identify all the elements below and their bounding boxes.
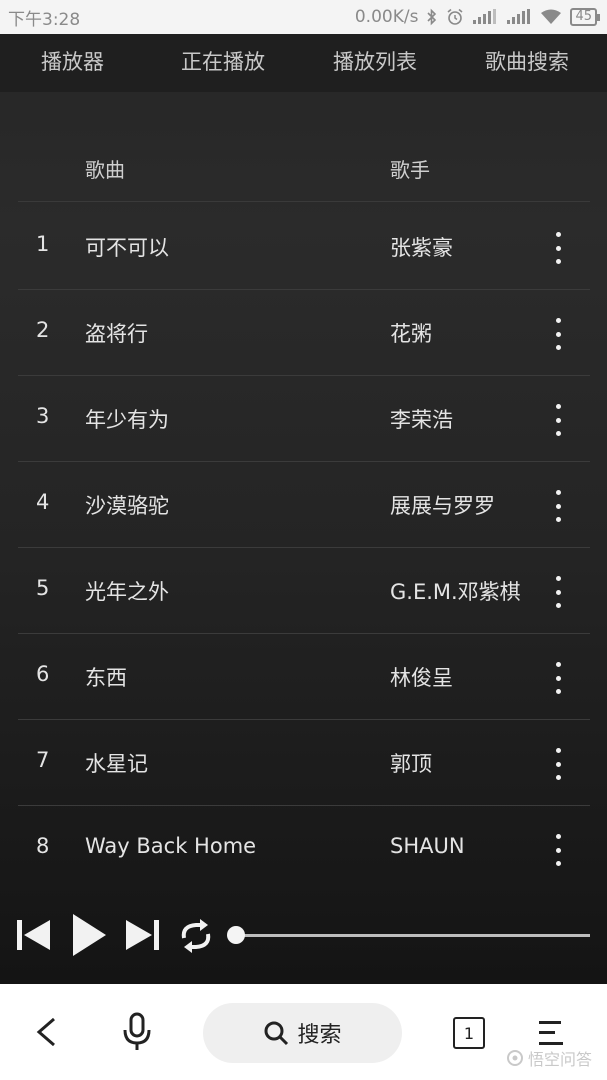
- song-row[interactable]: 8 Way Back Home SHAUN: [18, 806, 590, 892]
- search-button[interactable]: 搜索: [203, 1003, 402, 1063]
- song-row[interactable]: 5 光年之外 G.E.M.邓紫棋: [18, 548, 590, 634]
- song-title: 盗将行: [85, 322, 148, 346]
- song-number: 4: [36, 490, 50, 514]
- tabs-button[interactable]: 1: [453, 1017, 485, 1049]
- playback-controls: [0, 906, 607, 966]
- song-number: 5: [36, 576, 50, 600]
- song-title: 可不可以: [85, 236, 169, 260]
- song-artist: 张紫豪: [390, 236, 453, 260]
- back-icon[interactable]: [34, 1016, 58, 1052]
- more-options-icon[interactable]: [550, 834, 566, 866]
- song-number: 6: [36, 662, 50, 686]
- song-artist: 花粥: [390, 322, 432, 346]
- song-artist: 林俊呈: [390, 666, 453, 690]
- browser-toolbar: 搜索 1 悟空问答: [0, 984, 607, 1080]
- column-song: 歌曲: [85, 158, 125, 182]
- more-options-icon[interactable]: [550, 232, 566, 264]
- song-number: 7: [36, 748, 50, 772]
- song-title: Way Back Home: [85, 834, 257, 858]
- signal-2-icon: [506, 9, 532, 25]
- status-time: 下午3:28: [8, 9, 81, 30]
- song-row[interactable]: 7 水星记 郭顶: [18, 720, 590, 806]
- song-title: 沙漠骆驼: [85, 494, 169, 518]
- status-bar: 下午3:28 0.00K/s 45: [0, 0, 607, 34]
- song-row[interactable]: 1 可不可以 张紫豪: [18, 204, 590, 290]
- tab-player[interactable]: 播放器: [41, 46, 104, 76]
- song-number: 1: [36, 232, 50, 256]
- watermark-logo-icon: [506, 1049, 524, 1067]
- song-list: 1 可不可以 张紫豪 2 盗将行 花粥 3 年少有为 李荣浩 4 沙漠骆驼 展展…: [18, 204, 590, 892]
- search-icon: [263, 1020, 289, 1046]
- screen: 下午3:28 0.00K/s 45 播放器 正在播放 播放列表 歌曲搜索 歌曲 …: [0, 0, 607, 1080]
- net-speed: 0.00K/s: [354, 7, 419, 27]
- more-options-icon[interactable]: [550, 662, 566, 694]
- microphone-icon[interactable]: [121, 1012, 153, 1056]
- list-header: 歌曲 歌手: [18, 142, 590, 202]
- more-options-icon[interactable]: [550, 404, 566, 436]
- progress-knob[interactable]: [227, 926, 245, 944]
- more-options-icon[interactable]: [550, 490, 566, 522]
- song-artist: 郭顶: [390, 752, 432, 776]
- song-title: 东西: [85, 666, 127, 690]
- alarm-icon: [446, 8, 464, 26]
- song-row[interactable]: 3 年少有为 李荣浩: [18, 376, 590, 462]
- progress-bar[interactable]: [236, 934, 590, 937]
- watermark: 悟空问答: [506, 1046, 592, 1070]
- tab-now-playing[interactable]: 正在播放: [181, 46, 265, 76]
- song-number: 2: [36, 318, 50, 342]
- song-row[interactable]: 4 沙漠骆驼 展展与罗罗: [18, 462, 590, 548]
- song-artist: G.E.M.邓紫棋: [390, 580, 521, 604]
- song-title: 年少有为: [85, 408, 169, 432]
- song-row[interactable]: 2 盗将行 花粥: [18, 290, 590, 376]
- column-artist: 歌手: [390, 158, 430, 182]
- song-title: 水星记: [85, 752, 148, 776]
- song-row[interactable]: 6 东西 林俊呈: [18, 634, 590, 720]
- repeat-icon[interactable]: [176, 918, 216, 958]
- more-options-icon[interactable]: [550, 318, 566, 350]
- music-player: 播放器 正在播放 播放列表 歌曲搜索 歌曲 歌手 1 可不可以 张紫豪 2 盗将…: [0, 34, 607, 984]
- status-icons: 0.00K/s 45: [354, 7, 600, 27]
- next-icon[interactable]: [124, 918, 160, 956]
- song-artist: 李荣浩: [390, 408, 453, 432]
- more-options-icon[interactable]: [550, 748, 566, 780]
- battery-icon: 45: [570, 8, 600, 26]
- play-icon[interactable]: [70, 912, 108, 962]
- search-label: 搜索: [297, 1023, 342, 1048]
- watermark-text: 悟空问答: [528, 1050, 593, 1069]
- bluetooth-icon: [426, 8, 438, 26]
- song-number: 3: [36, 404, 50, 428]
- tab-playlist[interactable]: 播放列表: [333, 46, 417, 76]
- nav-tabs: 播放器 正在播放 播放列表 歌曲搜索: [0, 34, 607, 92]
- tab-song-search[interactable]: 歌曲搜索: [485, 46, 569, 76]
- wifi-icon: [540, 9, 562, 25]
- song-artist: 展展与罗罗: [390, 494, 495, 518]
- more-options-icon[interactable]: [550, 576, 566, 608]
- previous-icon[interactable]: [16, 918, 52, 956]
- song-number: 8: [36, 834, 50, 858]
- song-artist: SHAUN: [390, 834, 465, 858]
- song-title: 光年之外: [85, 580, 169, 604]
- signal-icon: [472, 9, 498, 25]
